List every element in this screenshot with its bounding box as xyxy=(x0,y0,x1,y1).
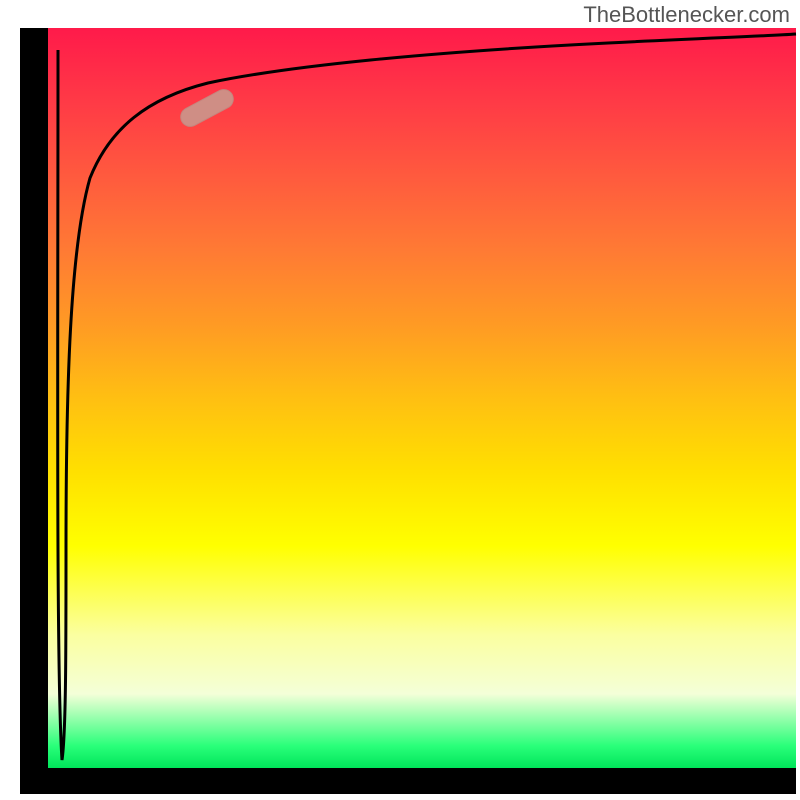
curve-drop xyxy=(58,50,66,760)
x-axis xyxy=(20,768,796,794)
chart-container: TheBottlenecker.com xyxy=(0,0,800,800)
y-axis xyxy=(20,28,48,770)
curve-main xyxy=(66,34,796,548)
attribution-label: TheBottlenecker.com xyxy=(583,2,790,28)
curve-layer xyxy=(48,28,796,768)
